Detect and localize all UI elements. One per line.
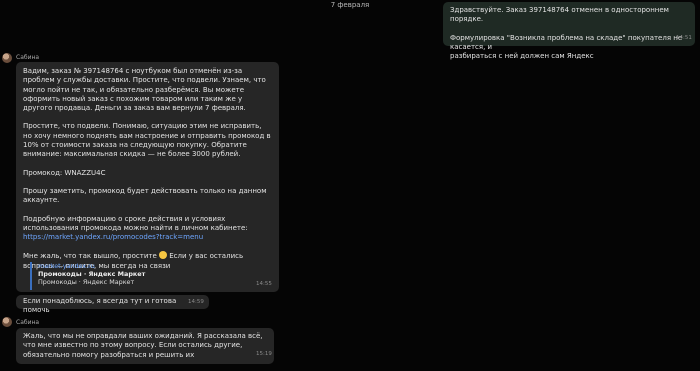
- sender-name[interactable]: Сабина: [16, 319, 39, 326]
- message-paragraph: Прошу заметить, промокод будет действова…: [23, 186, 267, 205]
- message-time: 14:51: [676, 35, 692, 41]
- preview-title[interactable]: Промокоды · Яндекс Маркет: [38, 270, 275, 278]
- sad-face-emoji-icon: [159, 251, 167, 260]
- preview-site[interactable]: market.yandex.ru: [38, 262, 275, 270]
- promocodes-link[interactable]: https://market.yandex.ru/promocodes?trac…: [23, 233, 203, 241]
- link-preview[interactable]: market.yandex.ru Промокоды · Яндекс Марк…: [30, 262, 275, 290]
- message-time: 14:55: [256, 281, 272, 287]
- message-text: Если понадоблюсь, я всегда тут и готова …: [23, 297, 177, 315]
- incoming-message[interactable]: Вадим, заказ № 397148764 с ноутбуком был…: [16, 62, 279, 292]
- message-paragraph: Мне жаль, что так вышло, простите: [23, 252, 159, 261]
- outgoing-line-2: Формулировка "Возникла проблема на склад…: [450, 33, 683, 51]
- message-text: Жаль, что мы не оправдали ваших ожиданий…: [23, 332, 263, 359]
- message-paragraph: Простите, что подвели. Понимаю, ситуацию…: [23, 122, 271, 159]
- message-paragraph: Подробную информацию о сроке действия и …: [23, 214, 248, 232]
- outgoing-line-1: Здравствуйте. Заказ 397148764 отменен в …: [450, 6, 669, 24]
- outgoing-message[interactable]: Здравствуйте. Заказ 397148764 отменен в …: [443, 2, 695, 60]
- incoming-message[interactable]: Если понадоблюсь, я всегда тут и готова …: [16, 295, 209, 314]
- outgoing-line-3: разбираться с ней должен сам Яндекс: [450, 52, 594, 61]
- message-time: 15:19: [256, 351, 272, 357]
- promo-code-text: Промокод: WNAZZU4C: [23, 168, 106, 177]
- sender-name[interactable]: Сабина: [16, 54, 39, 61]
- message-paragraph: Вадим, заказ № 397148764 с ноутбуком был…: [23, 67, 266, 113]
- incoming-message[interactable]: Жаль, что мы не оправдали ваших ожиданий…: [16, 328, 274, 364]
- avatar[interactable]: [2, 317, 12, 327]
- preview-description: Промокоды · Яндекс Маркет: [38, 278, 135, 286]
- message-time: 14:59: [188, 299, 204, 305]
- avatar[interactable]: [2, 53, 12, 63]
